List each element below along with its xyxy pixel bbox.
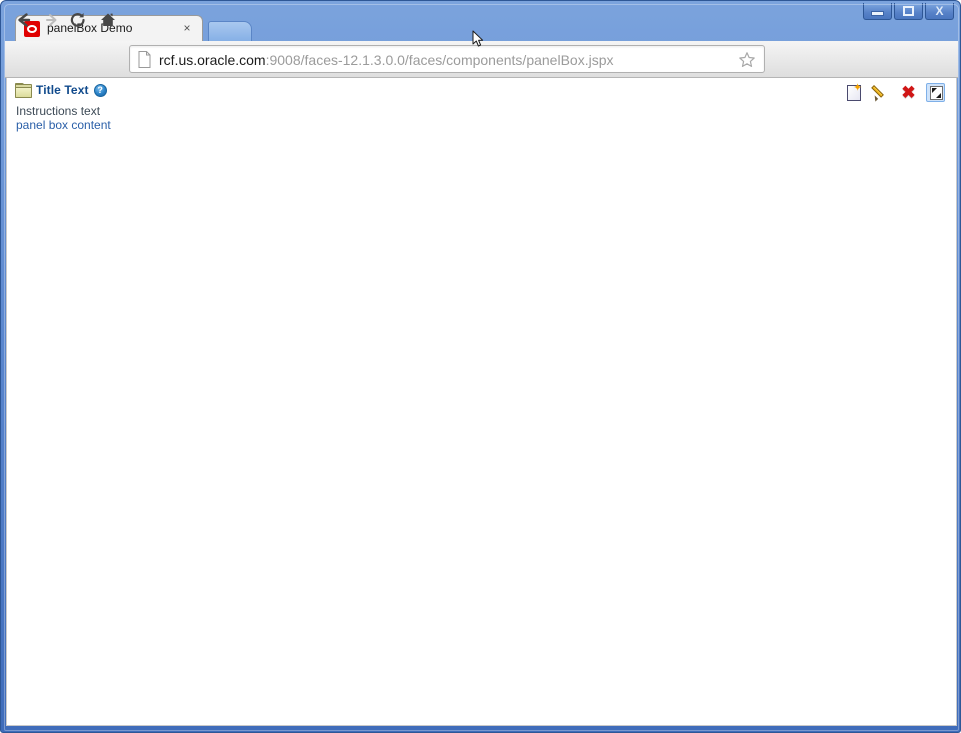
tab-strip: panelBox Demo × <box>1 15 960 41</box>
pencil-tip-shape <box>871 95 879 102</box>
collapse-icon[interactable] <box>926 83 945 102</box>
panel-box-title-group: Title Text ? <box>15 83 107 98</box>
panel-box: Title Text ? ✦ ✖ Instructions text panel… <box>7 78 956 133</box>
panel-box-instructions: Instructions text <box>16 104 101 118</box>
panel-box-content: panel box content <box>16 118 111 132</box>
forward-arrow-icon <box>46 14 57 26</box>
address-path: :9008/faces-12.1.3.0.0/faces/components/… <box>265 52 614 68</box>
browser-window: X panelBox Demo × rcf.us.oracle.com:9008… <box>0 0 961 733</box>
address-host: rcf.us.oracle.com <box>159 52 266 68</box>
address-bar[interactable]: rcf.us.oracle.com:9008/faces-12.1.3.0.0/… <box>129 45 765 73</box>
forward-button[interactable] <box>41 9 63 31</box>
edit-icon[interactable] <box>871 83 891 102</box>
home-button[interactable] <box>97 9 119 31</box>
address-bar-text: rcf.us.oracle.com:9008/faces-12.1.3.0.0/… <box>159 51 613 69</box>
help-icon[interactable]: ? <box>93 83 107 97</box>
back-arrow-icon <box>18 13 31 27</box>
folder-front-shape <box>15 87 32 98</box>
panel-box-header: Title Text ? ✦ ✖ <box>7 78 956 104</box>
tab-close-icon[interactable]: × <box>180 22 194 36</box>
panel-box-body: Instructions text panel box content <box>7 104 956 133</box>
collapse-arrow-down-shape <box>936 93 941 98</box>
new-tab-button[interactable] <box>208 21 252 41</box>
panel-box-toolbar: ✦ ✖ <box>845 83 945 102</box>
page-document-icon <box>138 51 151 68</box>
reload-button[interactable] <box>67 9 89 31</box>
home-icon <box>101 13 115 26</box>
back-button[interactable] <box>13 9 35 31</box>
new-icon[interactable]: ✦ <box>845 83 864 102</box>
reload-icon <box>70 13 85 27</box>
page-viewport: Title Text ? ✦ ✖ Instructions text panel… <box>6 78 957 726</box>
folder-icon <box>15 83 32 98</box>
new-star-shape: ✦ <box>853 82 863 94</box>
bookmark-star-icon[interactable] <box>738 51 756 69</box>
delete-icon[interactable]: ✖ <box>899 83 918 102</box>
panel-box-title: Title Text <box>36 83 89 97</box>
